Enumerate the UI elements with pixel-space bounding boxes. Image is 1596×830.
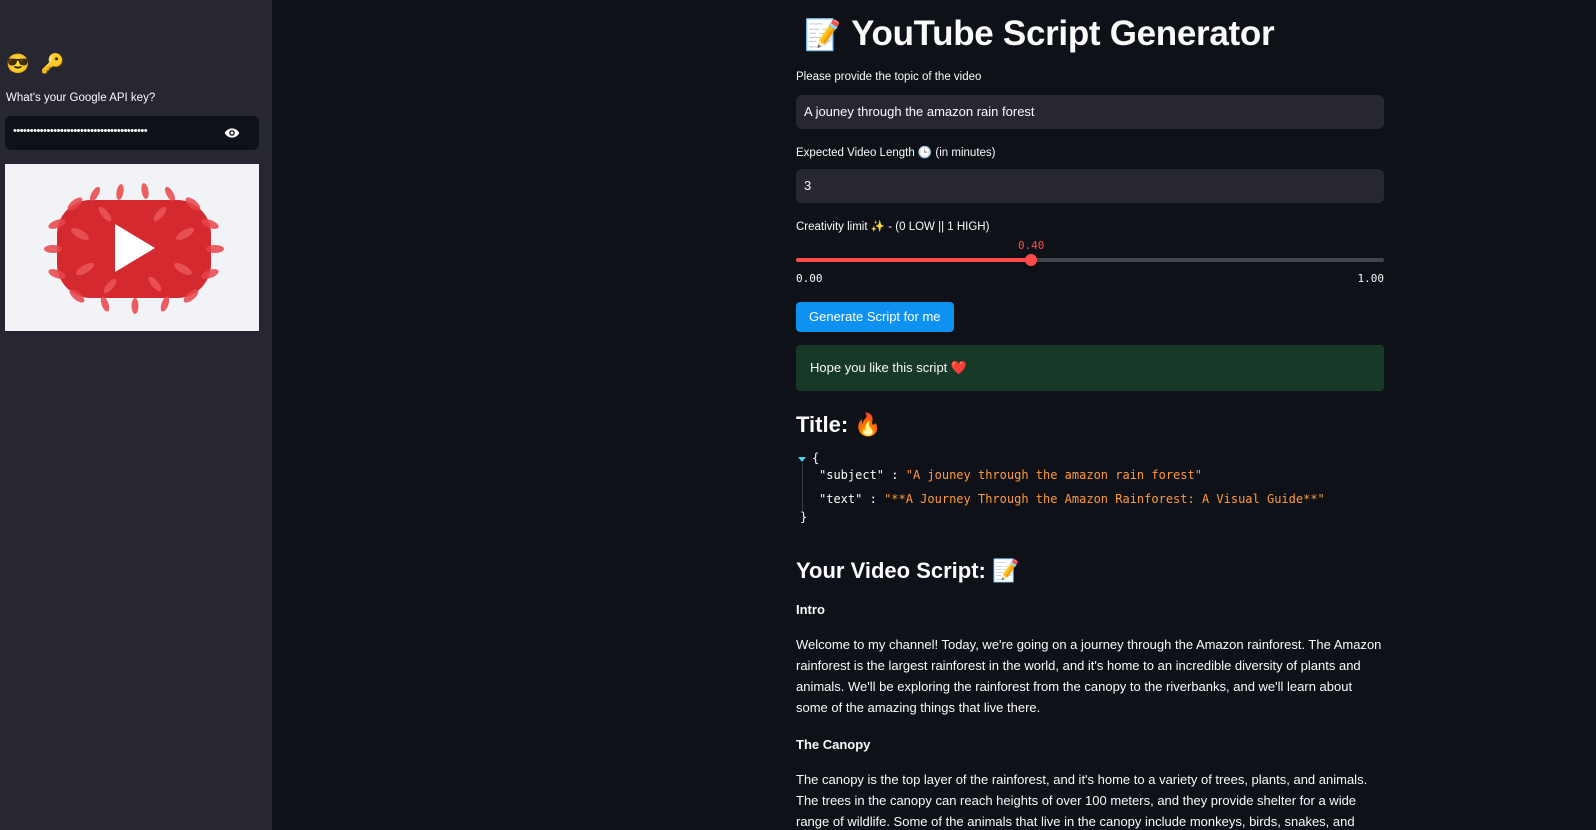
intro-paragraph: Welcome to my channel! Today, we're goin…: [796, 637, 1382, 715]
page-title-text: YouTube Script Generator: [851, 14, 1275, 53]
slider-thumb[interactable]: [1025, 254, 1038, 266]
intro-heading: Intro: [796, 602, 825, 617]
json-separator: :: [891, 468, 899, 482]
youtube-leaf-logo-icon: [5, 164, 259, 331]
slider-max-label: 1.00: [1357, 272, 1385, 285]
creativity-label: Creativity limit ✨ - (0 LOW || 1 HIGH): [796, 221, 990, 233]
script-heading: Your Video Script: 📝: [796, 558, 1020, 583]
api-key-label: What's your Google API key?: [6, 92, 156, 104]
canopy-paragraph: The canopy is the top layer of the rainf…: [796, 772, 1368, 829]
json-text-key: "text": [819, 492, 863, 506]
video-length-label: Expected Video Length 🕒 (in minutes): [796, 147, 996, 159]
canopy-heading: The Canopy: [796, 737, 871, 752]
slider-value-label: 0.40: [1017, 239, 1045, 252]
json-subject-value: "A jouney through the amazon rain forest…: [905, 468, 1202, 482]
json-collapse-toggle-icon[interactable]: [798, 457, 806, 462]
json-text-value: "**A Journey Through the Amazon Rainfore…: [884, 492, 1325, 506]
creativity-slider[interactable]: [796, 254, 1384, 266]
youtube-logo-image: [5, 164, 259, 331]
api-key-input[interactable]: ••••••••••••••••••••••••••••••••••••••••: [5, 116, 259, 150]
slider-min-label: 0.00: [796, 272, 823, 285]
json-close-brace: }: [800, 510, 808, 524]
api-key-value: ••••••••••••••••••••••••••••••••••••••••: [13, 125, 148, 137]
json-separator: :: [869, 492, 877, 506]
success-message: Hope you like this script ❤️: [796, 345, 1384, 391]
json-subject-row: "subject" : "A jouney through the amazon…: [802, 463, 1202, 487]
topic-label: Please provide the topic of the video: [796, 71, 982, 83]
json-subject-key: "subject": [819, 468, 885, 482]
video-length-input[interactable]: 3: [796, 169, 1384, 203]
sidebar: 😎 🔑 What's your Google API key? ••••••••…: [0, 0, 272, 830]
slider-fill: [796, 258, 1032, 262]
sidebar-emojis: 😎 🔑: [6, 54, 68, 75]
topic-input[interactable]: A jouney through the amazon rain forest: [796, 95, 1384, 129]
generate-script-button[interactable]: Generate Script for me: [796, 302, 954, 332]
memo-icon: 📝: [804, 19, 842, 52]
eye-icon[interactable]: [223, 125, 241, 141]
app-root: 😎 🔑 What's your Google API key? ••••••••…: [0, 0, 1596, 830]
page-title: 📝 YouTube Script Generator: [804, 14, 1275, 54]
json-text-row: "text" : "**A Journey Through the Amazon…: [802, 487, 1325, 511]
title-heading: Title: 🔥: [796, 412, 882, 437]
